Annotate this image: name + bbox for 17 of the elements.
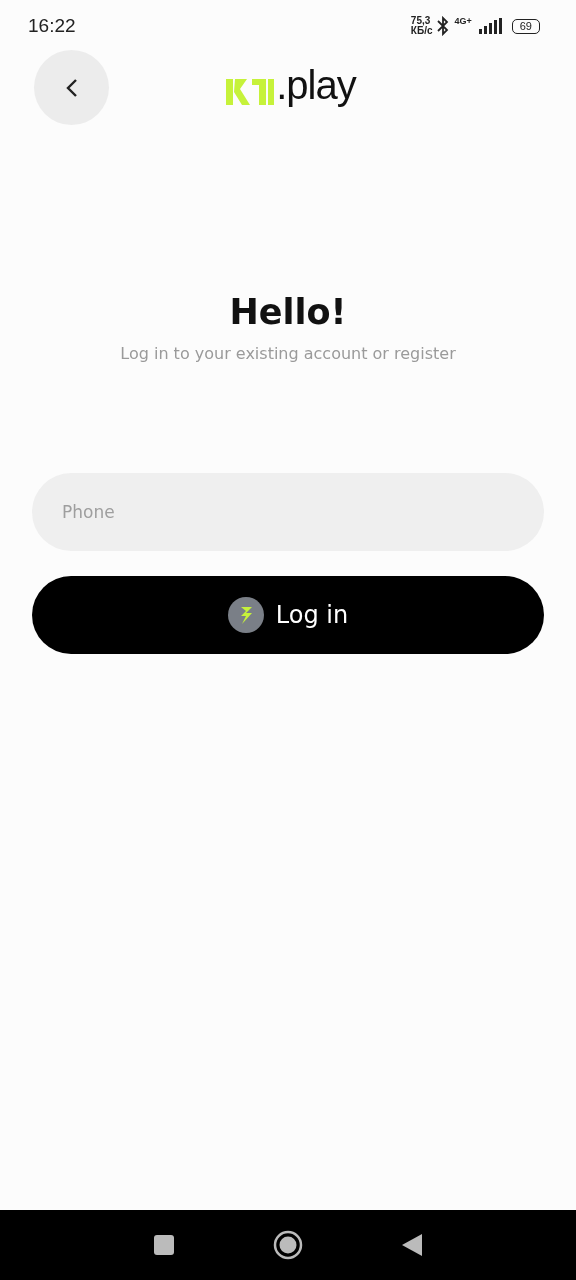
back-nav-icon[interactable]: [401, 1233, 423, 1257]
title: Hello!: [229, 292, 347, 332]
recent-apps-icon[interactable]: [153, 1234, 175, 1256]
network-speed-unit: КБ/с: [410, 26, 433, 36]
network-type: 4G+: [454, 16, 472, 26]
lightning-icon: [227, 597, 264, 633]
bluetooth-icon: [437, 16, 450, 36]
network-speed: 75,3: [410, 16, 431, 26]
signal-icon: [476, 18, 503, 34]
status-time: 16:22: [28, 15, 76, 37]
logo-mark-icon: [226, 79, 275, 105]
login-button[interactable]: Log in: [32, 576, 544, 654]
home-icon[interactable]: [273, 1230, 303, 1260]
battery-indicator: 69: [511, 18, 540, 34]
logo-text: .play: [276, 65, 356, 105]
phone-input-field[interactable]: Phone: [32, 473, 544, 551]
subtitle: Log in to your existing account or register: [120, 344, 456, 363]
